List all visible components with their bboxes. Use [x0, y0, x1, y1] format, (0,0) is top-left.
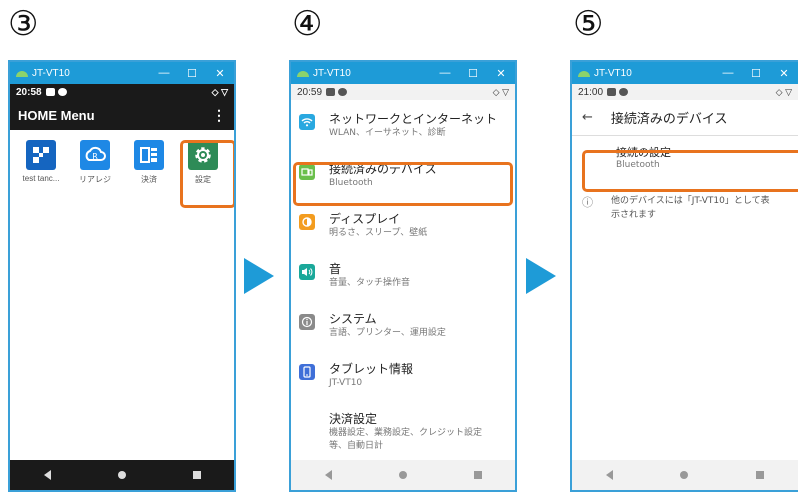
app-label: test tanc...: [22, 174, 60, 183]
close-button[interactable]: ✕: [487, 67, 515, 80]
app-rearegi[interactable]: R リアレジ: [68, 140, 122, 185]
page-header: ← 接続済みのデバイス: [572, 100, 798, 136]
settings-highlight: [180, 140, 234, 208]
home-menu-bar: HOME Menu ⋮: [10, 100, 234, 130]
step-number-4: ④: [292, 4, 323, 44]
blank-icon: [299, 414, 315, 430]
status-bar: 21:00 ◇ ▽: [572, 84, 798, 100]
home-icon[interactable]: [117, 471, 126, 479]
maximize-button[interactable]: ☐: [742, 67, 770, 80]
step-number-3: ③: [8, 4, 39, 44]
settings-notification-icon: [57, 88, 67, 96]
info-text: 他のデバイスには「JT-VT10」として表示されます: [611, 196, 770, 220]
android-icon: [578, 69, 590, 77]
notification-icon: [607, 88, 617, 96]
recents-icon[interactable]: [756, 471, 765, 479]
phone-screen-connected-devices: JT-VT10 — ☐ ✕ 21:00 ◇ ▽ ← 接続済みのデバイス 接続の設…: [570, 60, 798, 492]
item-title: ディスプレイ: [329, 212, 401, 226]
settings-item-network[interactable]: ネットワークとインターネット WLAN、イーサネット、診断: [291, 100, 515, 150]
settings-item-sound[interactable]: 音音量、タッチ操作音: [291, 250, 515, 300]
nav-bar: [10, 460, 234, 490]
android-icon: [297, 69, 309, 77]
app-payment[interactable]: 決済: [122, 140, 176, 185]
payment-terminal-icon: [134, 140, 164, 170]
page-title: 接続済みのデバイス: [610, 112, 728, 127]
svg-text:R: R: [92, 152, 98, 161]
item-title: ネットワークとインターネット: [329, 112, 498, 126]
maximize-button[interactable]: ☐: [459, 67, 487, 80]
more-options-icon[interactable]: ⋮: [212, 107, 226, 124]
connection-settings-highlight: [582, 150, 798, 192]
item-title: 音: [329, 262, 342, 276]
back-arrow-icon[interactable]: ←: [582, 110, 593, 125]
window-title: JT-VT10: [594, 67, 632, 79]
back-icon[interactable]: [324, 470, 332, 480]
close-button[interactable]: ✕: [770, 67, 798, 80]
item-title: システム: [329, 312, 377, 326]
nav-bar: [572, 460, 798, 490]
minimize-button[interactable]: —: [150, 67, 178, 79]
item-subtitle: WLAN、イーサネット、診断: [329, 128, 446, 138]
settings-item-payment[interactable]: 決済設定機器設定、業務設定、クレジット設定等、自動日計: [291, 400, 515, 453]
info-icon: [299, 314, 315, 330]
app-test[interactable]: test tanc...: [14, 140, 68, 185]
settings-item-system[interactable]: システム言語、プリンター、運用設定: [291, 300, 515, 350]
item-title: 決済設定: [329, 412, 378, 426]
minimize-button[interactable]: —: [431, 67, 459, 79]
status-time: 20:58: [16, 86, 42, 98]
status-time: 21:00: [578, 86, 604, 98]
window-title: JT-VT10: [313, 67, 351, 79]
test-app-icon: [26, 140, 56, 170]
brightness-icon: [299, 214, 315, 230]
notification-icon: [45, 88, 55, 96]
signal-icons: ◇ ▽: [775, 86, 792, 97]
app-label: リアレジ: [79, 175, 111, 184]
nav-bar: [291, 460, 515, 490]
settings-notification-icon: [338, 88, 348, 96]
info-icon: ⓘ: [582, 196, 593, 209]
window-titlebar: JT-VT10 — ☐ ✕: [291, 62, 515, 84]
phone-screen-settings: JT-VT10 — ☐ ✕ 20:59 ◇ ▽ ネットワークとインターネット WL…: [289, 60, 517, 492]
item-subtitle: 音量、タッチ操作音: [329, 278, 411, 288]
item-title: タブレット情報: [329, 362, 414, 376]
connected-devices-highlight: [293, 162, 513, 206]
next-step-arrow: [526, 258, 556, 294]
item-subtitle: 機器設定、業務設定、クレジット設定等、自動日計: [329, 428, 483, 451]
recents-icon[interactable]: [473, 471, 482, 479]
home-icon[interactable]: [680, 471, 689, 479]
recents-icon[interactable]: [192, 471, 201, 479]
window-titlebar: JT-VT10 — ☐ ✕: [572, 62, 798, 84]
signal-icons: ◇ ▽: [492, 86, 509, 97]
close-button[interactable]: ✕: [206, 67, 234, 80]
tablet-icon: [299, 364, 315, 380]
rearegi-icon: R: [80, 140, 110, 170]
status-bar: 20:59 ◇ ▽: [291, 84, 515, 100]
item-subtitle: JT-VT10: [329, 378, 363, 388]
phone-screen-home: JT-VT10 — ☐ ✕ 20:58 ◇ ▽ HOME Menu ⋮ test…: [8, 60, 236, 492]
step-number-5: ⑤: [573, 4, 604, 44]
window-title: JT-VT10: [32, 67, 70, 79]
item-subtitle: 言語、プリンター、運用設定: [329, 328, 446, 338]
settings-item-tablet-info[interactable]: タブレット情報 JT-VT10: [291, 350, 515, 400]
status-bar: 20:58 ◇ ▽: [10, 84, 234, 100]
back-icon[interactable]: [605, 470, 613, 480]
home-icon[interactable]: [398, 471, 407, 479]
back-icon[interactable]: [43, 470, 51, 480]
app-label: 決済: [141, 175, 157, 184]
maximize-button[interactable]: ☐: [178, 67, 206, 80]
next-step-arrow: [244, 258, 274, 294]
status-time: 20:59: [297, 86, 323, 98]
android-icon: [16, 69, 28, 77]
settings-item-display[interactable]: ディスプレイ明るさ、スリープ、壁紙: [291, 200, 515, 250]
volume-icon: [299, 264, 315, 280]
notification-icon: [326, 88, 336, 96]
minimize-button[interactable]: —: [714, 67, 742, 79]
settings-notification-icon: [619, 88, 629, 96]
signal-icons: ◇ ▽: [211, 86, 228, 97]
wifi-icon: [299, 114, 315, 130]
window-titlebar: JT-VT10 — ☐ ✕: [10, 62, 234, 84]
item-subtitle: 明るさ、スリープ、壁紙: [329, 228, 428, 238]
home-menu-title: HOME Menu: [18, 107, 95, 123]
